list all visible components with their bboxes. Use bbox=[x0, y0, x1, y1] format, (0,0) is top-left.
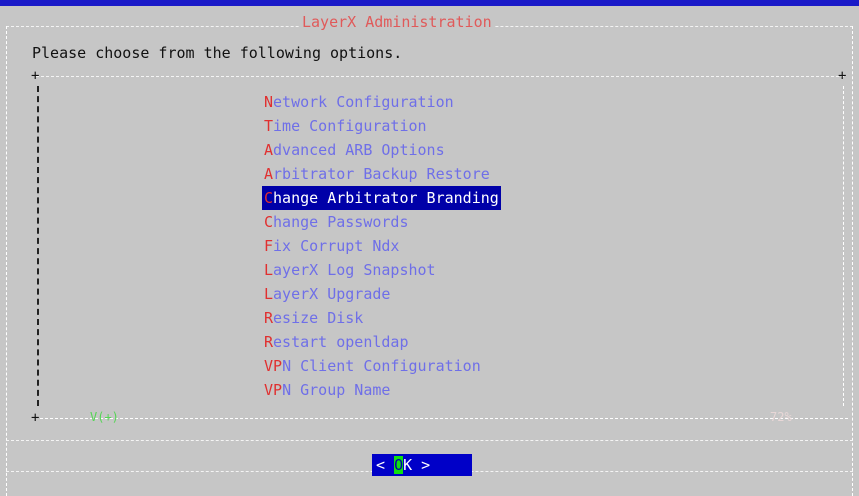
dialog-title: LayerX Administration bbox=[300, 13, 494, 31]
menu-item[interactable]: Fix Corrupt Ndx bbox=[262, 234, 501, 258]
menu-item-hotkey: VP bbox=[264, 381, 283, 399]
menu-box-top-border bbox=[36, 76, 844, 77]
menu-item-hotkey: F bbox=[264, 237, 274, 255]
menu-box-left-border bbox=[37, 86, 39, 406]
menu-item-label: N Group Name bbox=[282, 381, 391, 399]
menu-item-label: etwork Configuration bbox=[273, 93, 454, 111]
menu-item[interactable]: Network Configuration bbox=[262, 90, 501, 114]
menu-item[interactable]: Restart openldap bbox=[262, 330, 501, 354]
menu-item-hotkey: A bbox=[264, 165, 274, 183]
menu-item-label: ime Configuration bbox=[273, 117, 427, 135]
menu-item-hotkey: T bbox=[264, 117, 274, 135]
menu-item-hotkey: C bbox=[264, 213, 274, 231]
menu-item-label: ayerX Upgrade bbox=[273, 285, 391, 303]
menu-box-bottom-left-corner: + bbox=[31, 410, 40, 426]
dialog-prompt: Please choose from the following options… bbox=[32, 44, 403, 62]
menu-item-label: ix Corrupt Ndx bbox=[273, 237, 400, 255]
menu-item-label: rbitrator Backup Restore bbox=[273, 165, 490, 183]
dialog-right-border bbox=[852, 26, 853, 496]
ok-button-hotkey: O bbox=[394, 456, 404, 474]
menu-item[interactable]: Advanced ARB Options bbox=[262, 138, 501, 162]
menu-item-hotkey: A bbox=[264, 141, 274, 159]
menu-item-label: N Client Configuration bbox=[282, 357, 481, 375]
menu-item-hotkey: R bbox=[264, 309, 274, 327]
menu-item-hotkey: R bbox=[264, 333, 274, 351]
menu-item[interactable]: Time Configuration bbox=[262, 114, 501, 138]
menu-item-hotkey: L bbox=[264, 285, 274, 303]
menu-item-label: dvanced ARB Options bbox=[273, 141, 445, 159]
scroll-percent: 72% bbox=[770, 410, 792, 424]
ok-button-rest: K > bbox=[403, 456, 431, 474]
menu-item[interactable]: Change Arbitrator Branding bbox=[262, 186, 501, 210]
menu-item-label: ayerX Log Snapshot bbox=[273, 261, 436, 279]
options-menu: Network Configuration Time Configuration A… bbox=[262, 90, 501, 402]
ok-button-left-bracket: < bbox=[376, 456, 395, 474]
menu-item-label: esize Disk bbox=[273, 309, 364, 327]
menu-item-label: estart openldap bbox=[273, 333, 409, 351]
menu-item[interactable]: VPN Group Name bbox=[262, 378, 501, 402]
menu-item[interactable]: LayerX Log Snapshot bbox=[262, 258, 501, 282]
menu-item-hotkey: L bbox=[264, 261, 274, 279]
menu-item[interactable]: Change Passwords bbox=[262, 210, 501, 234]
menu-item-label: hange Passwords bbox=[273, 213, 409, 231]
ok-button[interactable]: < OK > bbox=[372, 454, 472, 476]
scroll-indicator: V(+) bbox=[90, 410, 119, 424]
menu-item-hotkey: VP bbox=[264, 357, 283, 375]
menu-item[interactable]: Arbitrator Backup Restore bbox=[262, 162, 501, 186]
dialog-left-border bbox=[6, 26, 7, 496]
menu-item[interactable]: Resize Disk bbox=[262, 306, 501, 330]
menu-item-hotkey: N bbox=[264, 93, 274, 111]
menu-box-top-left-corner: + bbox=[31, 68, 40, 84]
menu-item[interactable]: LayerX Upgrade bbox=[262, 282, 501, 306]
menu-box-right-border bbox=[843, 86, 844, 406]
menu-item[interactable]: VPN Client Configuration bbox=[262, 354, 501, 378]
menu-box-bottom-border bbox=[40, 418, 848, 419]
menu-item-hotkey: C bbox=[264, 189, 274, 207]
menu-box-top-right-corner: + bbox=[838, 68, 847, 84]
menu-item-label: hange Arbitrator Branding bbox=[273, 189, 499, 207]
button-area-separator bbox=[6, 440, 853, 441]
